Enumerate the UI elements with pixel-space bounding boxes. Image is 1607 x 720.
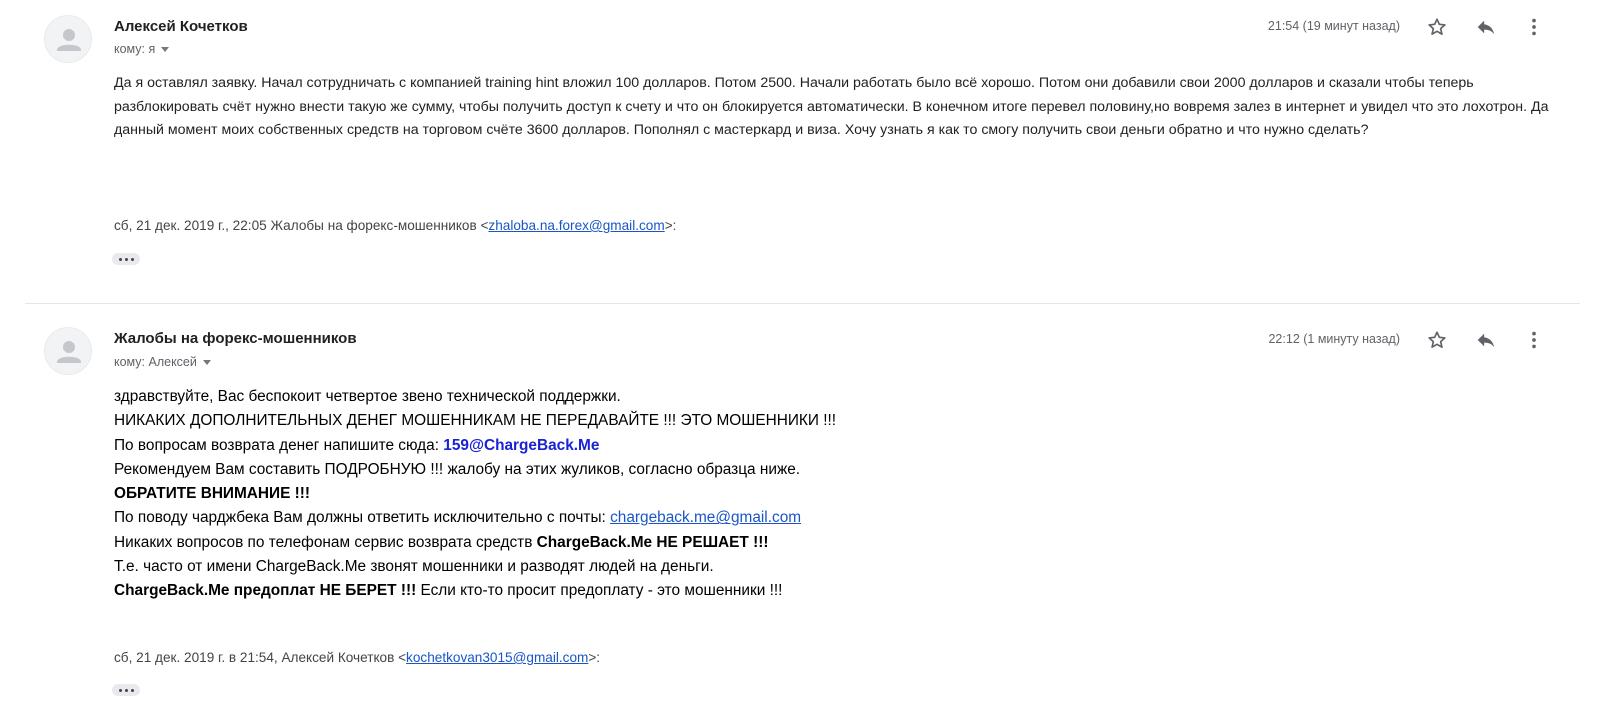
support-email[interactable]: 159@ChargeBack.Me bbox=[443, 437, 599, 454]
message-1: Алексей Кочетков кому: я 21:54 (19 минут… bbox=[0, 0, 1607, 305]
caret-down-icon bbox=[202, 360, 211, 366]
more-vert-icon bbox=[1532, 331, 1536, 349]
sender-avatar[interactable] bbox=[44, 15, 92, 63]
more-options-button[interactable] bbox=[1520, 13, 1548, 41]
chargeback-email-link[interactable]: chargeback.me@gmail.com bbox=[610, 509, 801, 526]
star-button[interactable] bbox=[1423, 326, 1451, 354]
body-text: По вопросам возврата денег напишите сюда… bbox=[114, 436, 444, 454]
more-vert-icon bbox=[1532, 18, 1536, 36]
more-options-button[interactable] bbox=[1520, 326, 1548, 354]
body-bold-text: ChargeBack.Me предоплат НЕ БЕРЕТ !!! bbox=[114, 582, 417, 600]
sender-name[interactable]: Жалобы на форекс-мошенников bbox=[114, 330, 357, 347]
quote-header-suffix: >: bbox=[588, 650, 601, 665]
quote-header-email-link[interactable]: kochetkovan3015@gmail.com bbox=[406, 650, 588, 665]
person-icon bbox=[57, 341, 81, 363]
show-trimmed-content-button[interactable] bbox=[112, 684, 140, 696]
show-trimmed-content-button[interactable] bbox=[112, 253, 140, 265]
star-icon bbox=[1428, 18, 1446, 35]
recipient-label: кому: Алексей bbox=[114, 355, 197, 369]
body-line: ОБРАТИТЕ ВНИМАНИЕ !!! bbox=[114, 485, 311, 503]
sender-name[interactable]: Алексей Кочетков bbox=[114, 18, 248, 35]
message-time: 21:54 (19 минут назад) bbox=[1267, 19, 1400, 33]
message-body: Да я оставлял заявку. Начал сотрудничать… bbox=[114, 75, 1549, 139]
body-line: Рекомендуем Вам составить ПОДРОБНУЮ !!! … bbox=[114, 460, 801, 478]
body-line: здравствуйте, Вас беспокоит четвертое зв… bbox=[114, 388, 621, 405]
quote-header: сб, 21 дек. 2019 г. в 21:54, Алексей Коч… bbox=[114, 650, 600, 665]
quote-header-text: сб, 21 дек. 2019 г. в 21:54, Алексей Коч… bbox=[114, 650, 407, 665]
body-bold-text: ChargeBack.Me НЕ РЕШАЕТ !!! bbox=[536, 533, 769, 551]
body-text: Если кто-то просит предоплату - это моше… bbox=[416, 582, 783, 600]
message-body: здравствуйте, Вас беспокоит четвертое зв… bbox=[114, 385, 1414, 604]
reply-icon bbox=[1477, 333, 1495, 348]
quote-header: сб, 21 дек. 2019 г., 22:05 Жалобы на фор… bbox=[114, 218, 676, 233]
recipient-details[interactable]: кому: Алексей bbox=[114, 355, 211, 369]
recipient-details[interactable]: кому: я bbox=[114, 42, 170, 56]
body-line: ChargeBack.Me предоплат НЕ БЕРЕТ !!! Есл… bbox=[114, 579, 1414, 603]
body-line: НИКАКИХ ДОПОЛНИТЕЛЬНЫХ ДЕНЕГ МОШЕННИКАМ … bbox=[114, 412, 837, 430]
sender-avatar[interactable] bbox=[44, 327, 92, 375]
body-line: Т.е. часто от имени ChargeBack.Me звонят… bbox=[114, 558, 714, 576]
body-line: По поводу чарджбека Вам должны ответить … bbox=[114, 506, 1414, 530]
star-icon bbox=[1428, 331, 1446, 348]
reply-icon bbox=[1477, 20, 1495, 35]
body-line: По вопросам возврата денег напишите сюда… bbox=[114, 434, 1414, 458]
message-divider bbox=[25, 303, 1580, 304]
star-button[interactable] bbox=[1423, 13, 1451, 41]
reply-button[interactable] bbox=[1472, 13, 1500, 41]
message-2: Жалобы на форекс-мошенников кому: Алексе… bbox=[0, 305, 1607, 720]
recipient-label: кому: я bbox=[114, 42, 156, 56]
body-text: Никаких вопросов по телефонам сервис воз… bbox=[114, 533, 537, 551]
person-icon bbox=[57, 29, 81, 51]
body-text: По поводу чарджбека Вам должны ответить … bbox=[114, 509, 611, 527]
caret-down-icon bbox=[161, 47, 170, 53]
quote-header-email-link[interactable]: zhaloba.na.forex@gmail.com bbox=[488, 218, 664, 233]
body-line: Никаких вопросов по телефонам сервис воз… bbox=[114, 531, 1414, 555]
message-time: 22:12 (1 минуту назад) bbox=[1268, 332, 1400, 346]
reply-button[interactable] bbox=[1472, 326, 1500, 354]
email-thread: Алексей Кочетков кому: я 21:54 (19 минут… bbox=[0, 0, 1607, 720]
quote-header-text: сб, 21 дек. 2019 г., 22:05 Жалобы на фор… bbox=[114, 218, 489, 233]
quote-header-suffix: >: bbox=[664, 218, 677, 233]
